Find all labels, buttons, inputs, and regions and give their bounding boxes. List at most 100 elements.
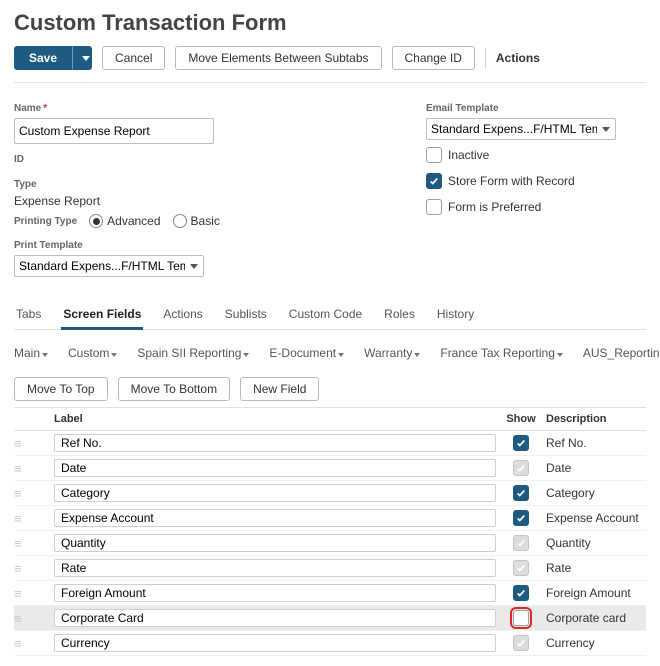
save-button-dropdown[interactable] xyxy=(72,46,92,70)
tab-screen-fields[interactable]: Screen Fields xyxy=(61,301,143,330)
field-label-input[interactable] xyxy=(54,434,496,452)
drag-handle-icon[interactable]: ≡ xyxy=(14,462,34,475)
field-description: Rate xyxy=(546,561,646,575)
drag-handle-icon[interactable]: ≡ xyxy=(14,512,34,525)
show-checkbox[interactable] xyxy=(513,435,529,451)
col-desc: Description xyxy=(546,413,646,425)
form-right-column: Email Template Standard Expens...F/HTML … xyxy=(426,97,646,277)
email-template-select[interactable]: Standard Expens...F/HTML Template xyxy=(426,118,616,140)
table-row[interactable]: ≡ Foreign Amount xyxy=(14,581,646,606)
show-checkbox[interactable] xyxy=(513,460,529,476)
drag-handle-icon[interactable]: ≡ xyxy=(14,612,34,625)
field-description: Category xyxy=(546,486,646,500)
field-label-input[interactable] xyxy=(54,609,496,627)
checkbox-unchecked-icon xyxy=(426,199,442,215)
tab-history[interactable]: History xyxy=(435,301,476,329)
drag-handle-icon[interactable]: ≡ xyxy=(14,487,34,500)
table-row[interactable]: ≡ Ref No. xyxy=(14,431,646,456)
save-button[interactable]: Save xyxy=(14,46,72,70)
radio-unselected-icon xyxy=(173,214,187,228)
show-checkbox[interactable] xyxy=(513,560,529,576)
field-label-input[interactable] xyxy=(54,634,496,652)
secondary-tabs: Main Custom Spain SII Reporting E-Docume… xyxy=(14,346,646,365)
field-description: Currency xyxy=(546,636,646,650)
tab-sublists[interactable]: Sublists xyxy=(223,301,269,329)
id-label: ID xyxy=(14,154,314,165)
printing-type-label: Printing Type xyxy=(14,216,77,227)
show-checkbox[interactable] xyxy=(513,510,529,526)
tab-tabs[interactable]: Tabs xyxy=(14,301,43,329)
cancel-button[interactable]: Cancel xyxy=(102,46,165,70)
print-template-select[interactable]: Standard Expens...F/HTML Template xyxy=(14,255,204,277)
field-description: Date xyxy=(546,461,646,475)
tab-custom-code[interactable]: Custom Code xyxy=(287,301,364,329)
field-label-input[interactable] xyxy=(54,584,496,602)
actions-menu[interactable]: Actions xyxy=(496,51,540,65)
save-split-button[interactable]: Save xyxy=(14,46,92,70)
change-id-button[interactable]: Change ID xyxy=(392,46,475,70)
col-label: Label xyxy=(54,413,496,425)
show-checkbox[interactable] xyxy=(513,485,529,501)
caret-down-icon xyxy=(82,56,90,61)
printing-type-basic[interactable]: Basic xyxy=(173,214,220,228)
primary-tabs: Tabs Screen Fields Actions Sublists Cust… xyxy=(14,301,646,330)
subtab-edocument[interactable]: E-Document xyxy=(269,346,344,365)
table-row[interactable]: ≡ Corporate card xyxy=(14,606,646,631)
field-description: Expense Account xyxy=(546,511,646,525)
checkbox-checked-icon xyxy=(426,173,442,189)
col-show: Show xyxy=(496,413,546,425)
subtab-warranty[interactable]: Warranty xyxy=(364,346,420,365)
inactive-label: Inactive xyxy=(448,148,489,162)
show-checkbox[interactable] xyxy=(513,610,529,626)
type-value: Expense Report xyxy=(14,194,314,208)
field-description: Foreign Amount xyxy=(546,586,646,600)
radio-selected-icon xyxy=(89,214,103,228)
table-row[interactable]: ≡ Expense Account xyxy=(14,506,646,531)
drag-handle-icon[interactable]: ≡ xyxy=(14,587,34,600)
move-elements-button[interactable]: Move Elements Between Subtabs xyxy=(175,46,381,70)
drag-handle-icon[interactable]: ≡ xyxy=(14,437,34,450)
drag-handle-icon[interactable]: ≡ xyxy=(14,637,34,650)
name-input[interactable] xyxy=(14,118,214,144)
store-form-label: Store Form with Record xyxy=(448,174,575,188)
store-form-row[interactable]: Store Form with Record xyxy=(426,173,646,189)
inactive-row[interactable]: Inactive xyxy=(426,147,646,163)
subtab-main[interactable]: Main xyxy=(14,346,48,365)
tab-actions[interactable]: Actions xyxy=(161,301,204,329)
field-description: Ref No. xyxy=(546,436,646,450)
page-title: Custom Transaction Form xyxy=(14,10,646,36)
form-is-preferred-label: Form is Preferred xyxy=(448,200,541,214)
field-label-input[interactable] xyxy=(54,534,496,552)
subtab-france-tax[interactable]: France Tax Reporting xyxy=(440,346,563,365)
subtab-spain-sii[interactable]: Spain SII Reporting xyxy=(137,346,249,365)
form-is-preferred-row[interactable]: Form is Preferred xyxy=(426,199,646,215)
field-label-input[interactable] xyxy=(54,459,496,477)
tab-roles[interactable]: Roles xyxy=(382,301,417,329)
subtab-aus-reporting[interactable]: AUS_Reporting xyxy=(583,346,660,365)
move-to-bottom-button[interactable]: Move To Bottom xyxy=(118,377,230,401)
table-row[interactable]: ≡ Date xyxy=(14,456,646,481)
email-template-label: Email Template xyxy=(426,103,646,114)
table-row[interactable]: ≡ Category xyxy=(14,481,646,506)
table-row[interactable]: ≡ Rate xyxy=(14,556,646,581)
field-label-input[interactable] xyxy=(54,559,496,577)
grid-header: Label Show Description xyxy=(14,408,646,431)
table-row[interactable]: ≡ Currency xyxy=(14,631,646,656)
drag-handle-icon[interactable]: ≡ xyxy=(14,562,34,575)
action-bar: Save Cancel Move Elements Between Subtab… xyxy=(14,46,646,83)
field-description: Corporate card xyxy=(546,611,646,625)
show-checkbox[interactable] xyxy=(513,535,529,551)
table-row[interactable]: ≡Quantity xyxy=(14,531,646,556)
show-checkbox[interactable] xyxy=(513,585,529,601)
printing-type-advanced[interactable]: Advanced xyxy=(89,214,160,228)
field-label-input[interactable] xyxy=(54,484,496,502)
checkbox-unchecked-icon xyxy=(426,147,442,163)
move-to-top-button[interactable]: Move To Top xyxy=(14,377,108,401)
subtab-custom[interactable]: Custom xyxy=(68,346,117,365)
new-field-button[interactable]: New Field xyxy=(240,377,319,401)
type-label: Type xyxy=(14,179,314,190)
field-label-input[interactable] xyxy=(54,509,496,527)
show-checkbox[interactable] xyxy=(513,635,529,651)
form-area: Name* ID Type Expense Report Printing Ty… xyxy=(14,83,646,287)
field-action-bar: Move To Top Move To Bottom New Field xyxy=(14,377,646,401)
